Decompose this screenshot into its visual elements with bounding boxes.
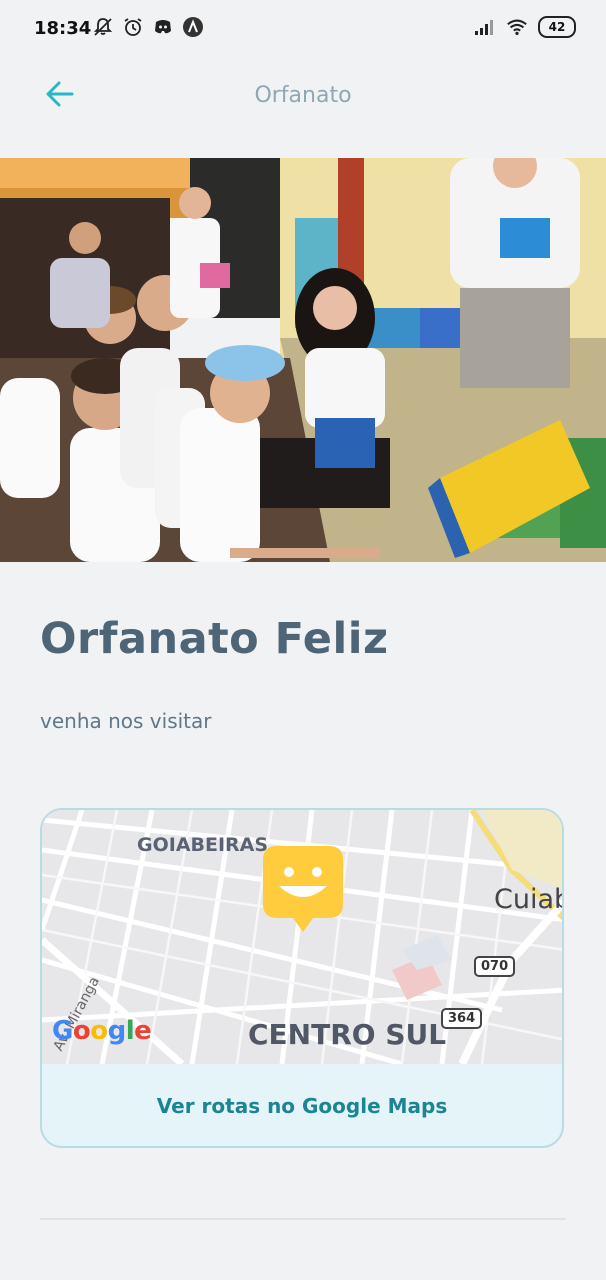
alarm-icon (122, 16, 144, 38)
map-view[interactable]: GOIABEIRAS Cuiab CENTRO SUL Av. Miranga … (42, 810, 564, 1064)
hero-photo (0, 158, 606, 562)
map-label-cuiaba: Cuiab (494, 884, 564, 915)
status-icons-left (92, 16, 204, 38)
map-card: GOIABEIRAS Cuiab CENTRO SUL Av. Miranga … (40, 808, 564, 1148)
smiley-marker-icon[interactable] (263, 846, 343, 938)
status-bar: 18:34 42 (0, 0, 606, 58)
google-maps-routes-button[interactable]: Ver rotas no Google Maps (42, 1064, 562, 1146)
wifi-icon (506, 16, 528, 38)
battery-indicator: 42 (538, 16, 576, 38)
divider (40, 1218, 566, 1220)
google-logo: Google (52, 1016, 152, 1046)
app-a-icon (182, 16, 204, 38)
route-shield-364: 364 (441, 1008, 483, 1029)
page-subtitle: venha nos visitar (40, 709, 212, 733)
route-shield-070: 070 (474, 956, 516, 977)
map-label-goiabeiras: GOIABEIRAS (137, 834, 269, 856)
discord-icon (152, 16, 174, 38)
page-title: Orfanato Feliz (40, 614, 389, 664)
status-time: 18:34 (34, 18, 92, 39)
header-title: Orfanato (254, 83, 352, 108)
app-header: Orfanato (0, 58, 606, 136)
map-label-centro-sul: CENTRO SUL (248, 1018, 447, 1051)
status-icons-right: 42 (474, 16, 576, 38)
signal-icon (474, 16, 496, 38)
bell-off-icon (92, 16, 114, 38)
